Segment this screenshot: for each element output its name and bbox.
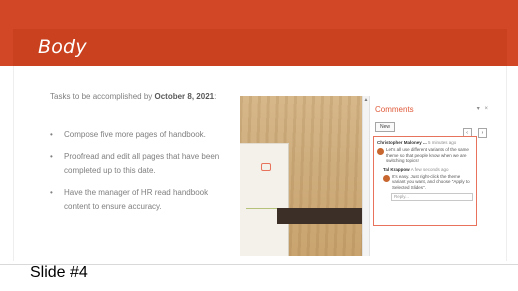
slide-title-strip bbox=[13, 29, 507, 66]
reply-input[interactable]: Reply... bbox=[391, 193, 473, 201]
slide-frame: Body Tasks to be accomplished by October… bbox=[0, 0, 518, 265]
slide-thumbnail-panel bbox=[240, 143, 289, 256]
intro-text: Tasks to be accomplished by October 8, 2… bbox=[50, 90, 230, 104]
task-bullet-text: Have the manager of HR read handbook con… bbox=[64, 188, 209, 211]
reply-author: Tal Krappow bbox=[383, 166, 410, 172]
bullet-dot-icon: • bbox=[50, 152, 53, 161]
comments-pane: Comments ▾ × New ‹ › Christopher Maloney… bbox=[370, 96, 506, 256]
task-bullet-text: Proofread and edit all pages that have b… bbox=[64, 152, 220, 175]
comment-row: Let's all use different variants of the … bbox=[377, 147, 473, 164]
task-bullet-list: • Compose five more pages of handbook. •… bbox=[50, 128, 230, 222]
slide-title: Body bbox=[38, 36, 87, 58]
embedded-screenshot: ▲ Comments ▾ × New ‹ › Christopher Malon… bbox=[240, 96, 506, 256]
comment-header: Christopher Maloney ... 5 minutes ago bbox=[377, 140, 473, 146]
comment-thread[interactable]: Christopher Maloney ... 5 minutes ago Le… bbox=[373, 136, 477, 226]
intro-suffix: : bbox=[214, 92, 217, 101]
reply-header: Tal Krappow A few seconds ago bbox=[383, 167, 473, 173]
task-bullet-text: Compose five more pages of handbook. bbox=[64, 130, 206, 139]
reply-row: It's easy. Just right-click the theme va… bbox=[383, 174, 473, 191]
close-icon[interactable]: × bbox=[484, 106, 488, 112]
reply-comment: Tal Krappow A few seconds ago It's easy.… bbox=[383, 167, 473, 191]
comment-author: Christopher Maloney ... bbox=[377, 140, 427, 145]
new-comment-button[interactable]: New bbox=[375, 122, 396, 132]
comment-marker-icon[interactable] bbox=[261, 163, 271, 171]
comments-pane-controls: ▾ × bbox=[474, 105, 488, 112]
comment-body: Let's all use different variants of the … bbox=[386, 147, 469, 163]
slide-caption: Slide #4 bbox=[30, 264, 88, 281]
wood-background-image bbox=[240, 96, 362, 256]
vertical-scrollbar[interactable]: ▲ bbox=[362, 96, 370, 256]
next-comment-icon[interactable]: › bbox=[478, 128, 487, 138]
comments-pane-title: Comments bbox=[375, 105, 414, 114]
task-bullet-item: • Have the manager of HR read handbook c… bbox=[50, 186, 230, 214]
task-bullet-item: • Compose five more pages of handbook. bbox=[50, 128, 230, 142]
comment-time: 5 minutes ago bbox=[428, 140, 457, 145]
panel-accent-line bbox=[246, 208, 280, 209]
bullet-dot-icon: • bbox=[50, 130, 53, 139]
scroll-up-icon[interactable]: ▲ bbox=[363, 97, 369, 103]
intro-prefix: Tasks to be accomplished by bbox=[50, 92, 155, 101]
task-bullet-item: • Proofread and edit all pages that have… bbox=[50, 150, 230, 178]
avatar bbox=[377, 148, 384, 155]
reply-time: A few seconds ago bbox=[410, 166, 449, 172]
dark-title-bar bbox=[277, 208, 362, 224]
pane-menu-icon[interactable]: ▾ bbox=[477, 106, 480, 112]
reply-body: It's easy. Just right-click the theme va… bbox=[392, 173, 470, 190]
avatar bbox=[383, 174, 390, 182]
intro-date: October 8, 2021 bbox=[154, 92, 215, 101]
bullet-dot-icon: • bbox=[50, 188, 53, 197]
